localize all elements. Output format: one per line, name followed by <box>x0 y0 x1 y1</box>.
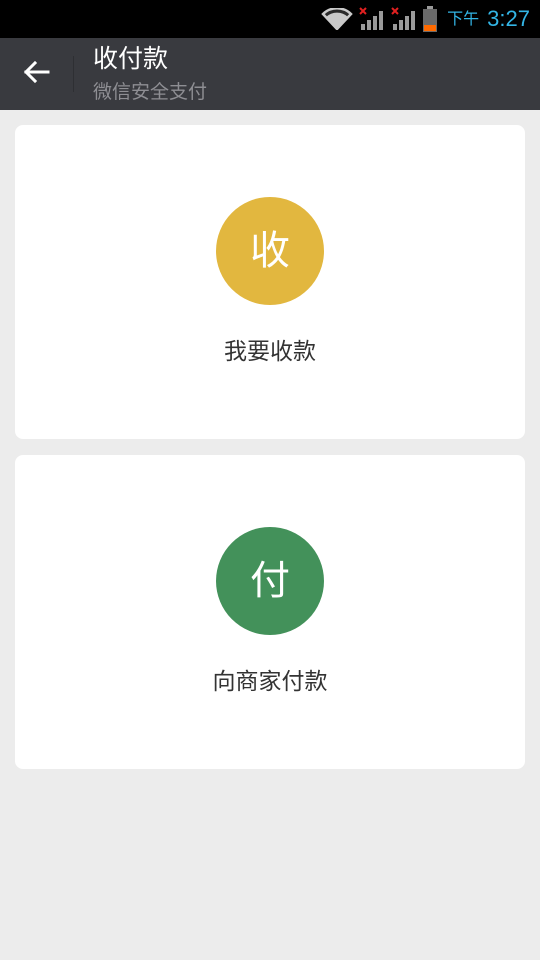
signal-icon <box>359 7 385 31</box>
battery-icon <box>423 6 438 32</box>
status-icons: 下午 3:27 <box>321 0 530 38</box>
pay-icon: 付 <box>216 527 324 635</box>
page-title: 收付款 <box>93 44 169 73</box>
app-bar-divider <box>73 56 74 92</box>
status-ampm: 下午 <box>447 9 480 28</box>
wifi-icon <box>321 8 353 30</box>
arrow-left-icon <box>22 60 50 88</box>
page-subtitle: 微信安全支付 <box>93 81 208 103</box>
status-bar: 下午 3:27 <box>0 0 540 38</box>
receive-money-card[interactable]: 收 我要收款 <box>15 125 525 439</box>
receive-icon: 收 <box>216 197 324 305</box>
receive-money-label: 我要收款 <box>224 339 316 365</box>
signal-icon <box>391 7 417 31</box>
status-time: 3:27 <box>487 6 530 31</box>
pay-merchant-label: 向商家付款 <box>212 669 328 695</box>
back-button[interactable] <box>18 56 54 92</box>
app-bar: 收付款 微信安全支付 <box>0 38 540 110</box>
pay-merchant-card[interactable]: 付 向商家付款 <box>15 455 525 769</box>
